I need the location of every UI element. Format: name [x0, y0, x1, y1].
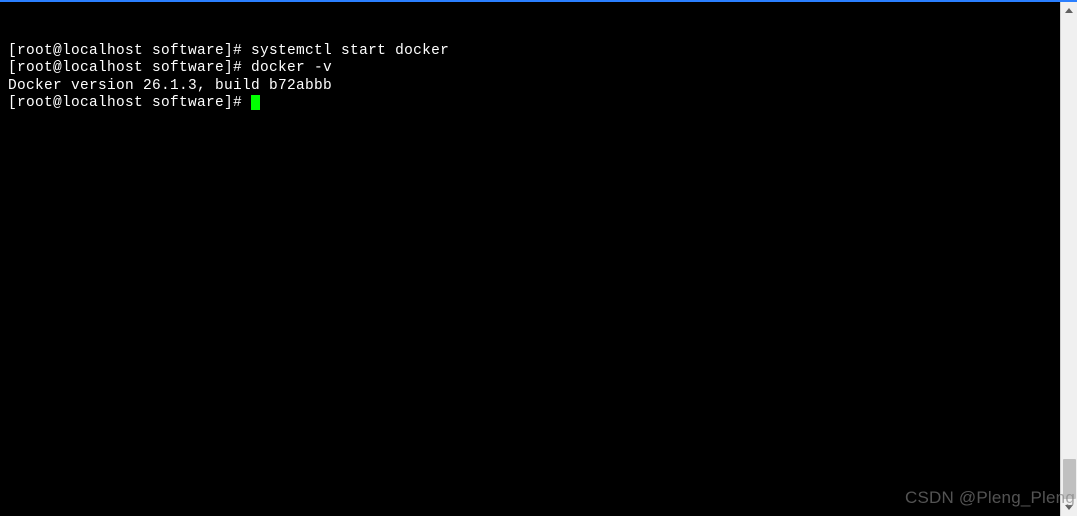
- terminal-line: [root@localhost software]# systemctl sta…: [8, 43, 1052, 60]
- scrollbar[interactable]: [1060, 2, 1077, 516]
- command-text: docker -v: [251, 60, 332, 76]
- terminal-line: [root@localhost software]#: [8, 95, 1052, 112]
- scrollbar-thumb[interactable]: [1063, 459, 1076, 499]
- prompt: [root@localhost software]#: [8, 60, 251, 76]
- terminal[interactable]: [root@localhost software]# systemctl sta…: [0, 2, 1060, 516]
- cursor-icon: [251, 95, 260, 110]
- scroll-down-icon[interactable]: [1061, 499, 1077, 516]
- terminal-line: [root@localhost software]# docker -v: [8, 60, 1052, 77]
- terminal-wrapper: [root@localhost software]# systemctl sta…: [0, 2, 1077, 516]
- output-text: Docker version 26.1.3, build b72abbb: [8, 78, 332, 94]
- prompt: [root@localhost software]#: [8, 95, 251, 111]
- scroll-up-icon[interactable]: [1061, 2, 1077, 19]
- command-text: systemctl start docker: [251, 43, 449, 59]
- terminal-line: Docker version 26.1.3, build b72abbb: [8, 78, 1052, 95]
- prompt: [root@localhost software]#: [8, 43, 251, 59]
